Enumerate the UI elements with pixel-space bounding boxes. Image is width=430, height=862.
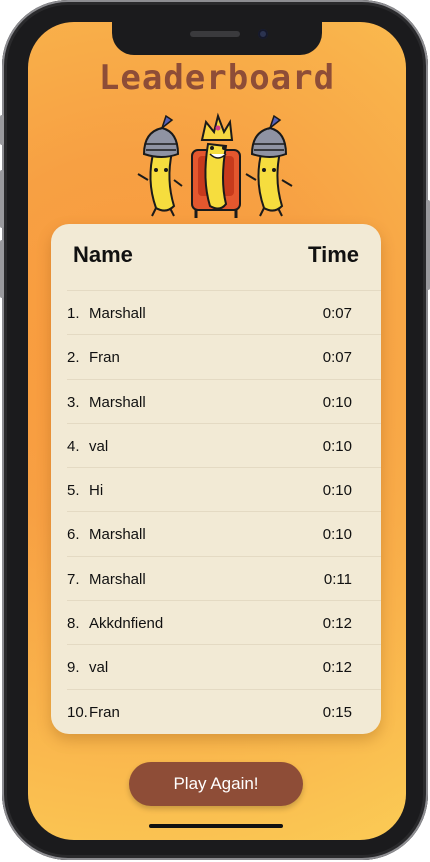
- row-rank: 8.: [67, 615, 80, 633]
- row-rank: 2.: [67, 349, 80, 367]
- column-header-name: Name: [73, 242, 133, 267]
- row-player-name: Fran: [89, 703, 120, 721]
- leaderboard-header: Name Time: [51, 224, 381, 290]
- row-rank: 9.: [67, 659, 80, 677]
- leaderboard-row: 7. Marshall 0:11: [67, 555, 381, 600]
- row-rank: 5.: [67, 482, 80, 500]
- leaderboard-row: 5. Hi 0:10: [67, 467, 381, 511]
- row-time: 0:10: [322, 393, 352, 411]
- leaderboard-row: 1. Marshall 0:07: [67, 290, 381, 334]
- row-time: 0:10: [322, 482, 352, 500]
- notch: [112, 22, 322, 55]
- row-time: 0:15: [322, 703, 352, 721]
- page-title: Leaderboard: [98, 58, 336, 98]
- power-button: [426, 200, 430, 290]
- leaderboard-row: 10. Fran 0:15: [67, 688, 381, 733]
- row-player-name: val: [89, 659, 109, 677]
- speaker-grill: [190, 31, 240, 37]
- row-player-name: Hi: [89, 482, 104, 500]
- row-time: 0:12: [322, 659, 352, 677]
- row-rank: 10.: [67, 703, 88, 721]
- row-player-name: Fran: [89, 349, 120, 367]
- row-rank: 3.: [67, 393, 80, 411]
- row-time: 0:07: [322, 305, 352, 322]
- home-indicator[interactable]: [149, 824, 283, 828]
- phone-frame: Leaderboard Name Time 1. Marshall 0:07 2…: [0, 0, 430, 860]
- row-time: 0:10: [322, 437, 352, 455]
- front-camera: [258, 29, 268, 39]
- row-player-name: val: [89, 437, 109, 455]
- row-player-name: Marshall: [89, 526, 146, 544]
- column-header-time: Time: [308, 242, 359, 267]
- row-rank: 1.: [67, 305, 80, 322]
- silent-switch: [0, 115, 4, 145]
- knight-banana-left-icon: [137, 114, 183, 217]
- row-time: 0:12: [322, 615, 352, 633]
- row-time: 0:11: [323, 570, 352, 588]
- row-player-name: Marshall: [89, 393, 146, 411]
- row-rank: 7.: [67, 570, 80, 588]
- row-rank: 4.: [67, 437, 80, 455]
- volume-down-button: [0, 240, 4, 298]
- row-rank: 6.: [67, 526, 80, 544]
- banana-mascot-illustration: [137, 112, 293, 218]
- leaderboard-row: 4. val 0:10: [67, 422, 381, 467]
- leaderboard-row: 2. Fran 0:07: [67, 334, 381, 378]
- knight-banana-right-icon: [245, 114, 293, 217]
- row-time: 0:07: [322, 349, 352, 367]
- leaderboard-card: Name Time 1. Marshall 0:07 2. Fran 0:07 …: [51, 224, 381, 734]
- row-player-name: Marshall: [89, 305, 146, 322]
- row-player-name: Akkdnfiend: [89, 615, 164, 633]
- leaderboard-row: 3. Marshall 0:10: [67, 378, 381, 423]
- leaderboard-row: 9. val 0:12: [67, 644, 381, 688]
- leaderboard-row: 8. Akkdnfiend 0:12: [67, 600, 381, 644]
- leaderboard-row: 6. Marshall 0:10: [67, 511, 381, 555]
- leaderboard-list: 1. Marshall 0:07 2. Fran 0:07 3. Marshal…: [67, 290, 381, 733]
- app-screen: Leaderboard Name Time 1. Marshall 0:07 2…: [28, 22, 406, 840]
- volume-up-button: [0, 170, 4, 228]
- row-player-name: Marshall: [89, 570, 146, 588]
- play-again-button[interactable]: Play Again!: [129, 762, 303, 806]
- row-time: 0:10: [322, 526, 352, 544]
- king-banana-throne-icon: [191, 112, 241, 218]
